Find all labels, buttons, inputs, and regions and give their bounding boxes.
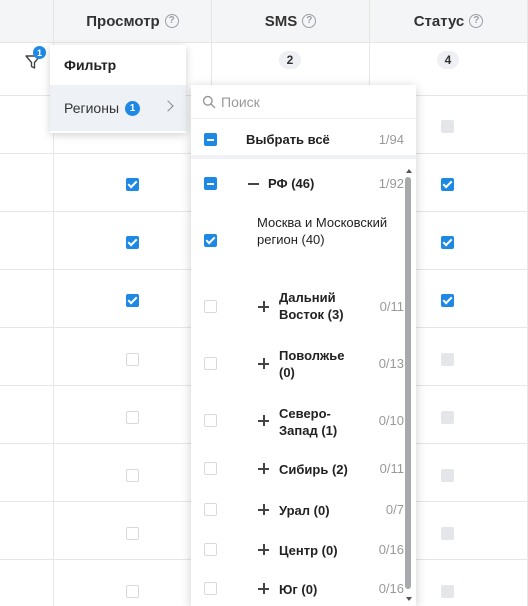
filter-menu-title: Фильтр	[64, 57, 117, 73]
status-checkbox[interactable]	[441, 353, 454, 366]
item-count: 0/7	[385, 502, 404, 517]
view-checkbox[interactable]	[126, 294, 139, 307]
menu-item-regions[interactable]: Регионы 1	[50, 85, 186, 131]
filter-count-badge: 1	[33, 46, 46, 59]
menu-item-label: Регионы	[64, 100, 120, 116]
item-checkbox[interactable]	[204, 414, 217, 427]
select-all-label: Выбрать всё	[246, 132, 330, 147]
view-checkbox[interactable]	[126, 353, 139, 366]
column-header-label: Статус	[413, 12, 465, 30]
filter-menu: Фильтр Регионы 1	[50, 45, 186, 133]
item-label: Урал (0)	[279, 503, 330, 518]
view-checkbox[interactable]	[126, 469, 139, 482]
scrollbar[interactable]	[404, 167, 412, 606]
regions-dropdown: Выбрать всё 1/94 РФ (46) 1/92 Москва и М…	[191, 85, 416, 606]
view-checkbox[interactable]	[126, 527, 139, 540]
item-count: 0/11	[379, 461, 404, 476]
help-icon[interactable]: ?	[164, 14, 179, 28]
scrollbar-thumb[interactable]	[405, 177, 411, 589]
screen: Просмотр ? SMS ? Статус ? 1 2 4 Фильтр Р…	[0, 0, 528, 606]
search-icon	[202, 95, 216, 108]
item-count: 0/16	[378, 542, 404, 557]
view-checkbox[interactable]	[126, 236, 139, 249]
select-all-count: 1/94	[378, 132, 404, 147]
expand-icon[interactable]	[258, 415, 269, 426]
status-checkbox[interactable]	[441, 236, 454, 249]
item-count: 0/11	[379, 299, 404, 314]
status-checkbox[interactable]	[441, 411, 454, 424]
expand-icon[interactable]	[258, 544, 269, 555]
expand-icon[interactable]	[258, 504, 269, 515]
column-header-sms[interactable]: SMS ?	[212, 0, 369, 42]
status-checkbox[interactable]	[441, 120, 454, 133]
status-checkbox[interactable]	[441, 178, 454, 191]
item-count: 0/16	[378, 581, 404, 596]
item-count: 0/13	[378, 356, 404, 371]
expand-icon[interactable]	[258, 583, 269, 594]
search-bar	[191, 85, 416, 119]
item-checkbox[interactable]	[204, 543, 217, 556]
item-checkbox[interactable]	[204, 503, 217, 516]
status-checkbox[interactable]	[441, 527, 454, 540]
view-checkbox[interactable]	[126, 411, 139, 424]
item-checkbox[interactable]	[204, 582, 217, 595]
item-checkbox[interactable]	[204, 357, 217, 370]
item-label: РФ (46)	[268, 176, 315, 191]
column-header-status[interactable]: Статус ?	[370, 0, 527, 42]
select-all-checkbox[interactable]	[204, 133, 217, 146]
help-icon[interactable]: ?	[302, 14, 317, 28]
regions-count-badge: 1	[125, 100, 141, 116]
search-input[interactable]	[221, 93, 401, 110]
view-checkbox[interactable]	[126, 178, 139, 191]
help-icon[interactable]: ?	[469, 14, 484, 28]
item-checkbox[interactable]	[204, 177, 217, 190]
status-count-badge: 4	[437, 51, 459, 69]
column-header-label: SMS	[264, 12, 298, 30]
select-all-row[interactable]: Выбрать всё 1/94	[191, 119, 416, 159]
item-label: Поволжье (0)	[279, 348, 345, 380]
status-checkbox[interactable]	[441, 469, 454, 482]
expand-icon[interactable]	[258, 301, 269, 312]
item-label: Северо-Запад (1)	[279, 406, 338, 438]
item-checkbox[interactable]	[204, 234, 217, 247]
sms-count-badge: 2	[279, 51, 301, 69]
item-label: Центр (0)	[279, 543, 338, 558]
item-label: Юг (0)	[279, 582, 318, 597]
expand-icon[interactable]	[258, 463, 269, 474]
item-checkbox[interactable]	[204, 300, 217, 313]
item-label: Москва и Московский регион (40)	[257, 215, 388, 247]
view-checkbox[interactable]	[126, 585, 139, 598]
item-count: 0/10	[378, 413, 404, 428]
expand-icon[interactable]	[258, 358, 269, 369]
collapse-icon[interactable]	[248, 183, 259, 185]
item-label: Дальний Восток (3)	[279, 290, 344, 322]
item-label: Сибирь (2)	[279, 462, 348, 477]
column-header-label: Просмотр	[86, 12, 160, 30]
column-header-view[interactable]: Просмотр ?	[54, 0, 211, 42]
status-checkbox[interactable]	[441, 294, 454, 307]
divider	[0, 42, 528, 43]
chevron-right-icon	[162, 100, 174, 112]
scroll-down-arrow-icon[interactable]	[406, 597, 412, 601]
status-checkbox[interactable]	[441, 585, 454, 598]
item-checkbox[interactable]	[204, 462, 217, 475]
item-count: 1/92	[378, 176, 404, 191]
scroll-up-arrow-icon[interactable]	[406, 169, 412, 173]
